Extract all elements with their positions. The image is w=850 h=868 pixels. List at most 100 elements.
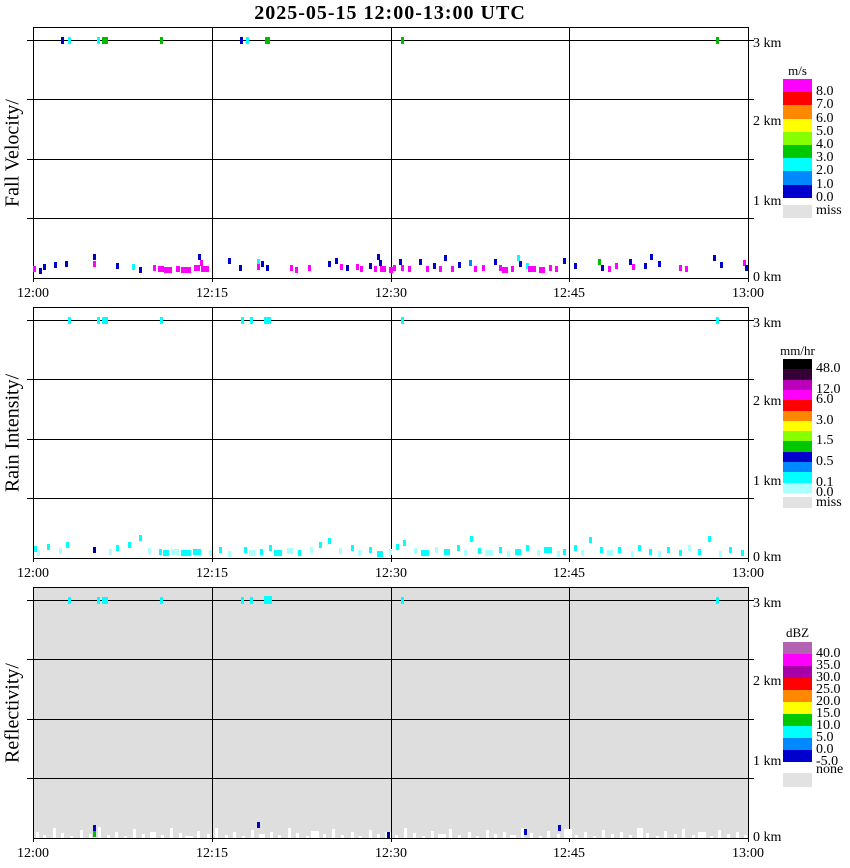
echo-point bbox=[470, 536, 473, 542]
x-tick bbox=[569, 558, 570, 562]
echo-point bbox=[116, 263, 119, 269]
echo-point bbox=[631, 551, 634, 557]
ceiling-echo-point bbox=[160, 317, 163, 324]
echo-point bbox=[444, 549, 450, 555]
speckle-bar bbox=[718, 830, 721, 838]
chart-title: 2025-05-15 12:00-13:00 UTC bbox=[254, 2, 526, 25]
echo-point bbox=[269, 545, 272, 551]
ceiling-echo-point bbox=[716, 317, 719, 324]
echo-point bbox=[444, 255, 447, 261]
echo-point bbox=[658, 551, 661, 557]
horizontal-gridline bbox=[33, 159, 748, 160]
x-tick bbox=[748, 278, 749, 282]
speckle-bar bbox=[629, 835, 632, 838]
echo-point bbox=[608, 266, 611, 272]
echo-point bbox=[93, 547, 96, 553]
echo-point bbox=[563, 258, 566, 264]
x-tick bbox=[748, 838, 749, 842]
frame-left bbox=[33, 27, 34, 278]
panel-title-reflectivity: Reflectivity/ bbox=[2, 663, 25, 763]
echo-point bbox=[458, 262, 461, 268]
echo-point bbox=[494, 259, 497, 265]
x-tick bbox=[212, 558, 213, 562]
y-tick-left bbox=[27, 659, 33, 660]
vertical-gridline bbox=[569, 307, 570, 558]
horizontal-gridline bbox=[33, 778, 748, 779]
colorbar-swatch bbox=[783, 738, 812, 750]
x-tick-label: 12:30 bbox=[375, 846, 407, 862]
y-tick-right bbox=[748, 99, 754, 100]
y-tick-label: 2 km bbox=[753, 114, 781, 130]
x-tick-label: 12:15 bbox=[196, 286, 228, 302]
echo-point bbox=[287, 548, 293, 554]
echo-point bbox=[403, 540, 406, 546]
echo-point bbox=[139, 267, 142, 273]
y-tick-right bbox=[748, 439, 754, 440]
ceiling-echo-point bbox=[246, 37, 249, 44]
echo-point bbox=[526, 545, 529, 551]
horizontal-gridline bbox=[33, 600, 748, 601]
speckle-bar bbox=[215, 828, 218, 838]
colorbar-swatch bbox=[783, 462, 812, 472]
ceiling-echo-point bbox=[265, 37, 270, 44]
echo-point bbox=[33, 266, 36, 272]
echo-point bbox=[451, 266, 454, 272]
vertical-gridline bbox=[391, 307, 392, 558]
speckle-bar bbox=[530, 833, 533, 838]
echo-point bbox=[346, 265, 349, 271]
echo-point bbox=[171, 549, 179, 555]
y-tick-left bbox=[27, 218, 33, 219]
ceiling-echo-point bbox=[401, 597, 404, 604]
y-tick-left bbox=[27, 159, 33, 160]
echo-point bbox=[401, 265, 404, 271]
speckle-bar bbox=[431, 831, 434, 838]
echo-point bbox=[649, 549, 652, 555]
y-tick-label: 0 km bbox=[753, 270, 781, 286]
speckle-bar bbox=[620, 832, 623, 838]
horizontal-gridline bbox=[33, 719, 748, 720]
speckle-bar bbox=[584, 832, 587, 838]
colorbar-swatch bbox=[783, 380, 812, 390]
speckle-bar bbox=[233, 832, 236, 838]
echo-point bbox=[219, 547, 222, 553]
echo-point bbox=[528, 266, 536, 272]
vertical-gridline bbox=[212, 307, 213, 558]
echo-point bbox=[408, 266, 411, 272]
colorbar-swatch bbox=[783, 654, 812, 666]
echo-point bbox=[499, 547, 502, 553]
echo-point bbox=[328, 538, 331, 544]
colorbar-swatch bbox=[783, 483, 812, 493]
echo-point bbox=[116, 545, 119, 551]
y-tick-label: 1 km bbox=[753, 474, 781, 490]
speckle-bar bbox=[270, 832, 273, 838]
echo-point bbox=[181, 267, 191, 273]
speckle-bar bbox=[494, 834, 497, 838]
echo-point bbox=[249, 550, 255, 556]
echo-point bbox=[555, 266, 558, 272]
speckle-bar bbox=[664, 831, 667, 838]
echo-point bbox=[128, 542, 131, 548]
speckle-bar bbox=[115, 832, 118, 838]
ceiling-echo-point bbox=[264, 317, 271, 324]
colorbar-units-label: mm/hr bbox=[780, 343, 815, 359]
echo-point bbox=[360, 266, 363, 272]
horizontal-gridline bbox=[33, 99, 748, 100]
speckle-bar bbox=[682, 829, 685, 838]
frame-right bbox=[748, 27, 749, 279]
echo-point bbox=[482, 265, 485, 271]
echo-point bbox=[181, 550, 191, 556]
horizontal-gridline bbox=[33, 379, 748, 380]
speckle-bar bbox=[438, 834, 446, 838]
speckle-bar bbox=[207, 834, 210, 838]
colorbar-swatch bbox=[783, 678, 812, 690]
horizontal-gridline bbox=[33, 659, 748, 660]
ceiling-echo-point bbox=[68, 597, 71, 604]
x-tick bbox=[212, 838, 213, 842]
echo-point bbox=[176, 266, 180, 272]
echo-point bbox=[507, 551, 510, 557]
y-tick-label: 1 km bbox=[753, 194, 781, 210]
speckle-bar bbox=[98, 827, 101, 838]
speckle-bar bbox=[369, 830, 372, 838]
speckle-bar bbox=[185, 836, 193, 838]
speckle-bar bbox=[710, 836, 713, 838]
